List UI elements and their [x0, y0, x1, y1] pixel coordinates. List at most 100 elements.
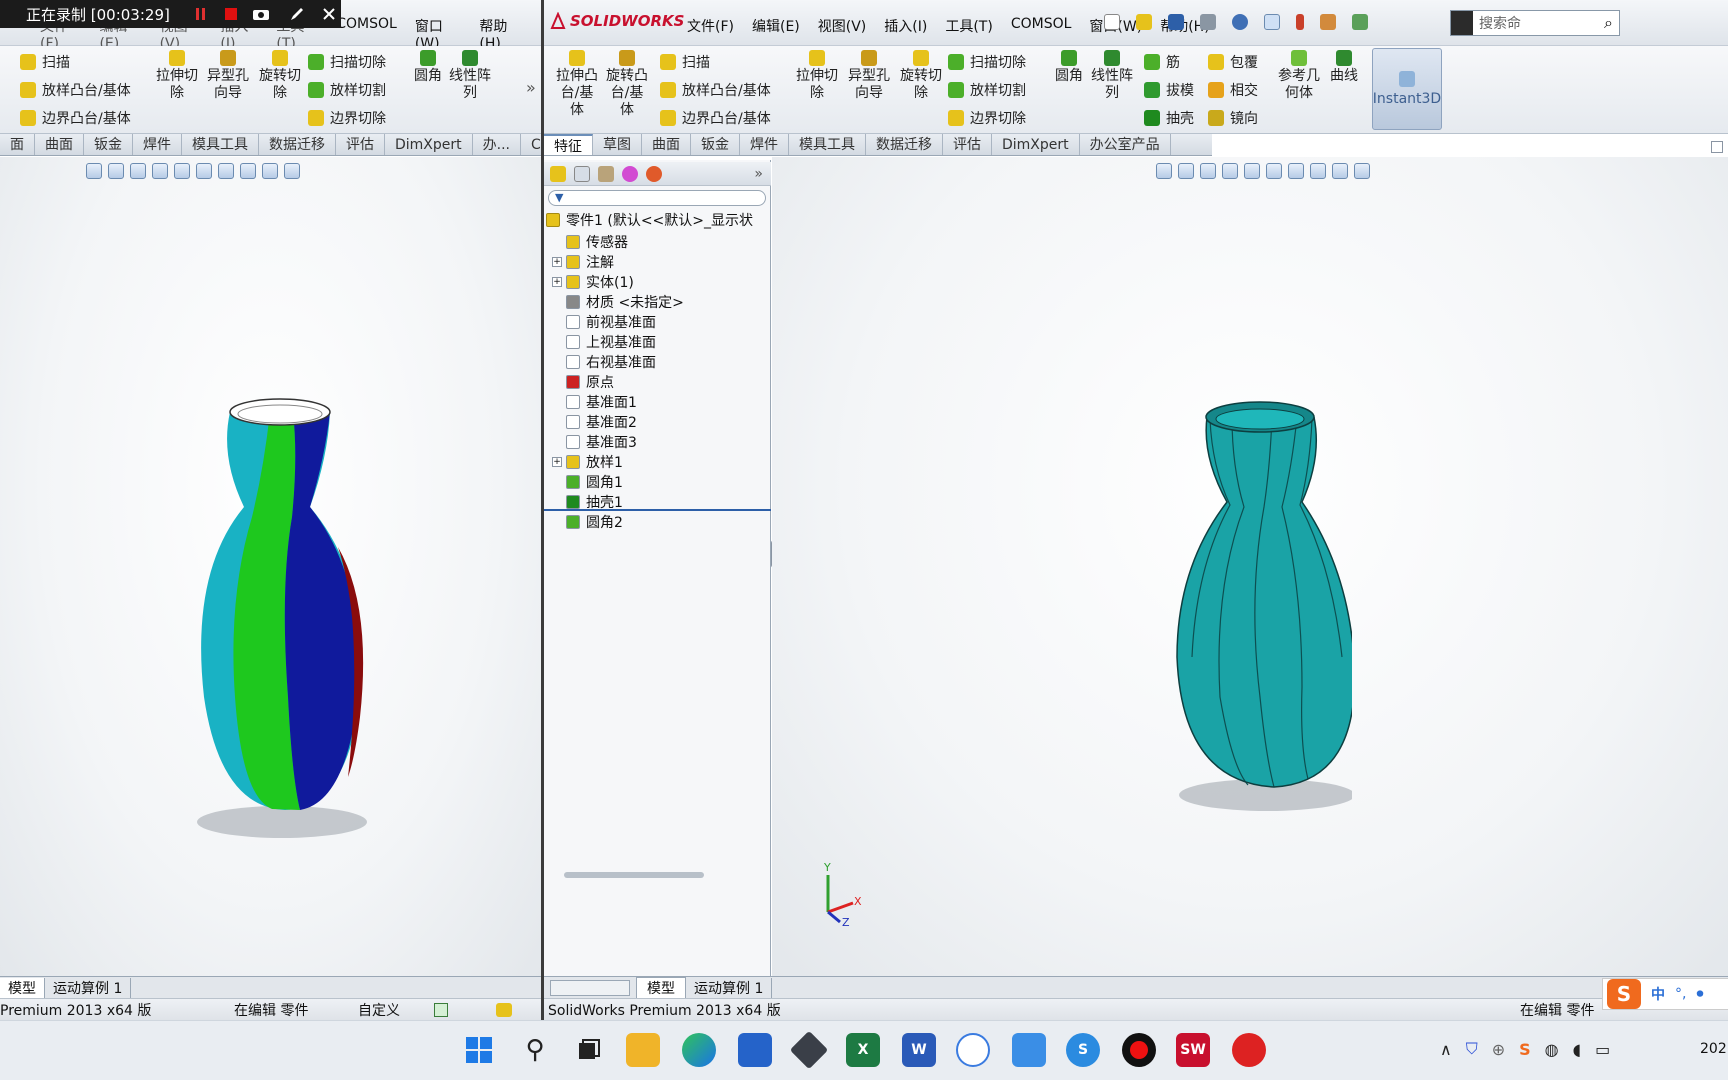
tree-root-part[interactable]: 零件1 (默认<<默认>_显示状: [546, 210, 753, 230]
intersect-button[interactable]: 相交: [1208, 80, 1258, 100]
expand-plus-icon[interactable]: +: [552, 257, 562, 267]
battery-icon[interactable]: ▭: [1595, 1040, 1610, 1059]
tree-item[interactable]: 圆角2: [552, 512, 623, 532]
left-boundary-cut-button[interactable]: 边界切除: [308, 108, 386, 128]
microphone-icon[interactable]: ⏺: [1696, 986, 1703, 1002]
tab-sketch[interactable]: 草图: [593, 134, 642, 155]
options-icon[interactable]: [1352, 14, 1368, 30]
left-ribbon-overflow-icon[interactable]: »: [526, 78, 536, 97]
close-recording-icon[interactable]: [320, 5, 338, 23]
viewport-restore-icon[interactable]: [1711, 141, 1723, 153]
tree-item[interactable]: + 放样1: [552, 452, 623, 472]
tab-dimxpert[interactable]: DimXpert: [992, 134, 1080, 155]
tab-mold-tools[interactable]: 模具工具: [789, 134, 866, 155]
left-tab-weldments[interactable]: 焊件: [133, 134, 182, 155]
tab-evaluate[interactable]: 评估: [943, 134, 992, 155]
open-file-icon[interactable]: [1136, 14, 1152, 30]
curves-button[interactable]: 曲线: [1326, 50, 1362, 85]
tree-item[interactable]: 右视基准面: [552, 352, 656, 372]
left-status-custom[interactable]: 自定义: [358, 1000, 400, 1020]
pen-icon[interactable]: [288, 5, 306, 23]
stop-icon[interactable]: [222, 5, 240, 23]
view-orientation-icon[interactable]: [174, 163, 190, 179]
new-file-icon[interactable]: [1104, 14, 1120, 30]
expand-plus-icon[interactable]: +: [552, 277, 562, 287]
pause-icon[interactable]: [192, 5, 210, 23]
scene-icon[interactable]: [1332, 163, 1348, 179]
right-menu-file[interactable]: 文件(F): [687, 16, 734, 36]
hide-show-icon[interactable]: [1288, 163, 1304, 179]
select-icon[interactable]: [1264, 14, 1280, 30]
hole-wizard-button[interactable]: 异型孔 向导: [844, 50, 894, 102]
undo-icon[interactable]: [1232, 14, 1248, 30]
loft-boss-button[interactable]: 放样凸台/基体: [660, 80, 771, 100]
search-taskbar-icon[interactable]: ⚲: [518, 1033, 552, 1067]
tab-sheetmetal[interactable]: 钣金: [691, 134, 740, 155]
tree-item[interactable]: 基准面1: [552, 392, 637, 412]
sogou-logo-icon[interactable]: S: [1607, 979, 1641, 1009]
view-settings-icon[interactable]: [284, 163, 300, 179]
scene-icon[interactable]: [262, 163, 278, 179]
camera-icon[interactable]: [252, 5, 270, 23]
file-explorer-taskbar-icon[interactable]: [626, 1033, 660, 1067]
extrude-boss-button[interactable]: 拉伸凸 台/基 体: [552, 50, 602, 119]
left-graphics-area[interactable]: [0, 157, 541, 977]
linear-pattern-button[interactable]: 线性阵 列: [1088, 50, 1136, 102]
right-menu-insert[interactable]: 插入(I): [884, 16, 927, 36]
loft-cut-button[interactable]: 放样切割: [948, 80, 1026, 100]
extrude-cut-button[interactable]: 拉伸切 除: [792, 50, 842, 102]
left-sweep-button[interactable]: 扫描: [20, 52, 70, 72]
right-menu-view[interactable]: 视图(V): [818, 16, 867, 36]
left-loft-cut-button[interactable]: 放样切割: [308, 80, 386, 100]
tab-office-products[interactable]: 办公室产品: [1080, 134, 1171, 155]
tab-surface[interactable]: 曲面: [642, 134, 691, 155]
sweep-button[interactable]: 扫描: [660, 52, 710, 72]
right-menu-edit[interactable]: 编辑(E): [752, 16, 800, 36]
sweep-cut-button[interactable]: 扫描切除: [948, 52, 1026, 72]
appearance-icon[interactable]: [1310, 163, 1326, 179]
view-orientation-icon[interactable]: [1244, 163, 1260, 179]
view-settings-icon[interactable]: [1354, 163, 1370, 179]
left-tab-surface[interactable]: 曲面: [35, 134, 84, 155]
volume-icon[interactable]: ◖: [1573, 1040, 1581, 1059]
rebuild-traffic-icon[interactable]: [1296, 14, 1304, 30]
configurationmanager-tab-icon[interactable]: [598, 165, 614, 182]
left-vase-model[interactable]: [180, 397, 380, 847]
help-icon[interactable]: [434, 1002, 448, 1017]
shell-button[interactable]: 抽壳: [1144, 108, 1194, 128]
featuremanager-tab-icon[interactable]: [550, 165, 566, 182]
tab-features[interactable]: 特征: [544, 134, 593, 155]
appearance-icon[interactable]: [240, 163, 256, 179]
tree-item[interactable]: 基准面2: [552, 412, 637, 432]
left-boundary-boss-button[interactable]: 边界凸台/基体: [20, 108, 131, 128]
left-fillet-button[interactable]: 圆角: [410, 50, 446, 85]
tree-item[interactable]: 传感器: [552, 232, 628, 252]
left-tab-mold[interactable]: 模具工具: [182, 134, 259, 155]
left-tab-migration[interactable]: 数据迁移: [259, 134, 336, 155]
left-motion-study-tab[interactable]: 运动算例 1: [45, 977, 132, 998]
print-icon[interactable]: [1200, 14, 1216, 30]
sogou-browser-icon[interactable]: S: [1066, 1033, 1100, 1067]
taskbar-clock[interactable]: 202: [1700, 1041, 1727, 1057]
tree-item[interactable]: 上视基准面: [552, 332, 656, 352]
rib-button[interactable]: 筋: [1144, 52, 1180, 72]
tree-item[interactable]: 原点: [552, 372, 614, 392]
search-icon[interactable]: ⌕: [1604, 13, 1613, 33]
edge-browser-icon[interactable]: [682, 1033, 716, 1067]
right-menu-comsol[interactable]: COMSOL: [1011, 16, 1072, 36]
displaymanager-tab-icon[interactable]: [646, 165, 662, 182]
ime-punctuation-icon[interactable]: °,: [1675, 986, 1686, 1002]
hide-show-icon[interactable]: [218, 163, 234, 179]
task-view-icon[interactable]: [572, 1033, 606, 1067]
file-properties-icon[interactable]: [1320, 14, 1336, 30]
dimxpertmanager-tab-icon[interactable]: [622, 165, 638, 182]
rollback-bar[interactable]: [544, 509, 771, 511]
previous-view-icon[interactable]: [1200, 163, 1216, 179]
baidu-netdisk-icon[interactable]: [956, 1033, 990, 1067]
left-linear-pattern-button[interactable]: 线性阵 列: [446, 50, 494, 102]
revolve-boss-button[interactable]: 旋转凸 台/基 体: [602, 50, 652, 119]
tree-filter-box[interactable]: ▼: [548, 190, 766, 206]
tree-item[interactable]: 材质 <未指定>: [552, 292, 684, 312]
save-icon[interactable]: [1168, 14, 1184, 30]
expand-plus-icon[interactable]: +: [552, 457, 562, 467]
